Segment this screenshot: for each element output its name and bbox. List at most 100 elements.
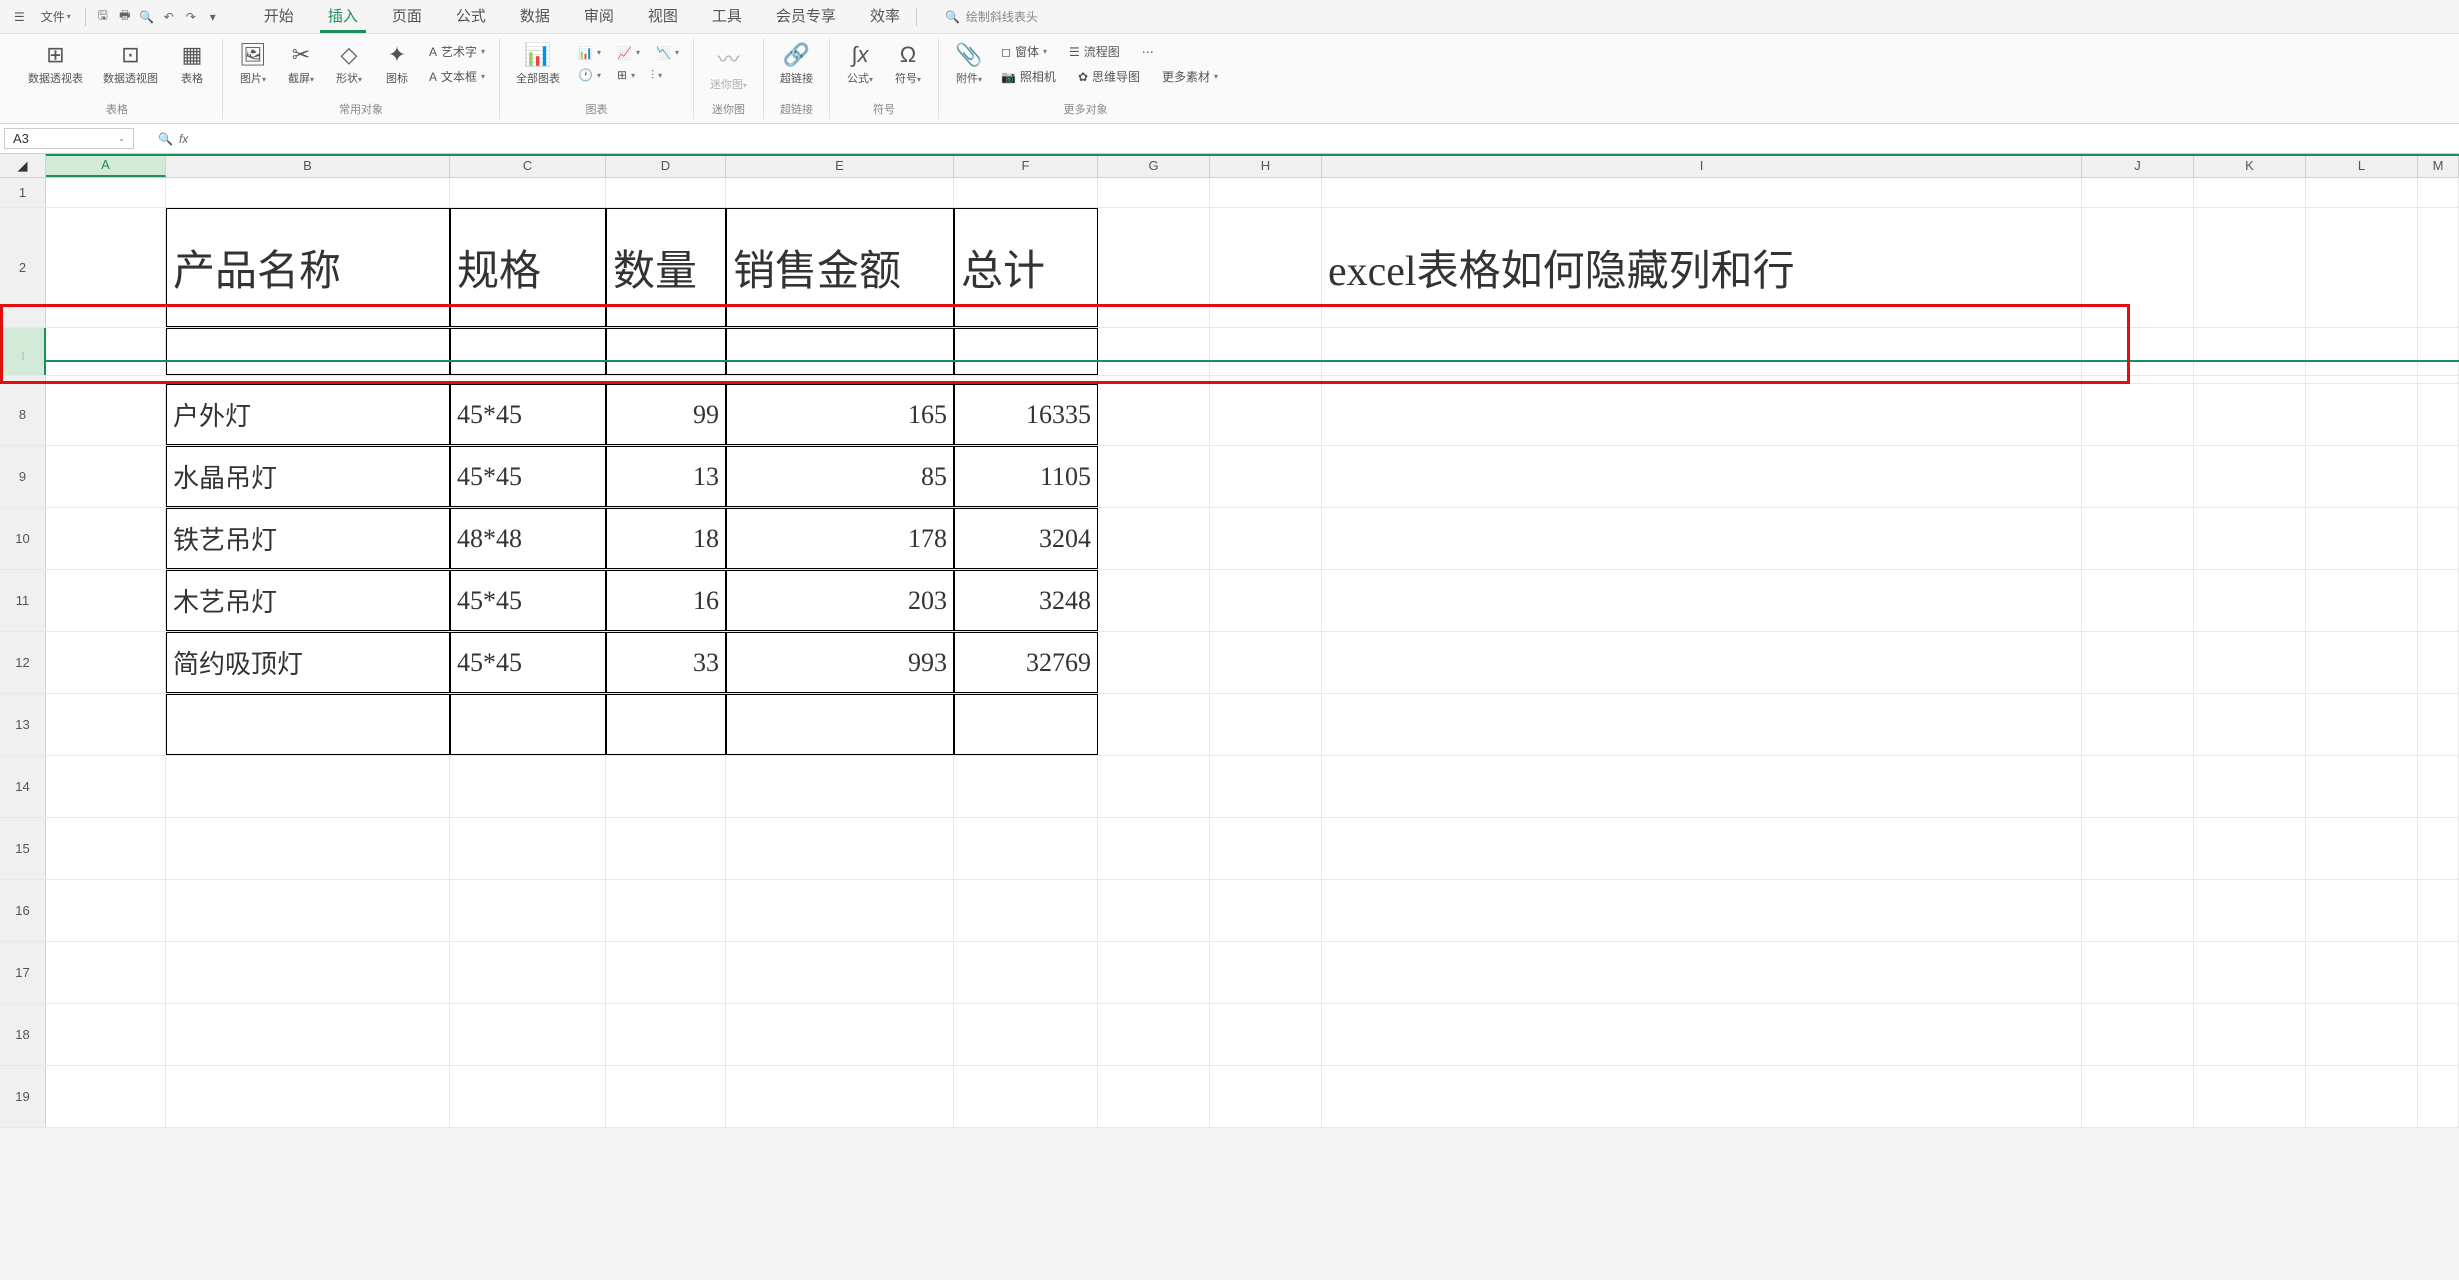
row-header-11[interactable]: 11: [0, 570, 46, 631]
cancel-icon[interactable]: 🔍: [158, 132, 173, 146]
flowchart-button[interactable]: ☰流程图: [1065, 41, 1124, 62]
chart-type-bar[interactable]: 📊▾: [574, 44, 605, 62]
tab-page[interactable]: 页面: [384, 1, 430, 33]
cell[interactable]: [2418, 384, 2459, 445]
chart-type-line[interactable]: 📈▾: [613, 44, 644, 62]
cell[interactable]: 48*48: [450, 508, 606, 569]
cell[interactable]: [1098, 1004, 1210, 1065]
cell[interactable]: [46, 178, 166, 207]
select-all-corner[interactable]: ◢: [0, 154, 46, 177]
symbol-button[interactable]: Ω符号▾: [888, 38, 928, 90]
cell[interactable]: [1210, 328, 1322, 375]
cell[interactable]: [450, 818, 606, 879]
cell[interactable]: [2194, 818, 2306, 879]
cell[interactable]: [166, 756, 450, 817]
cell[interactable]: [1322, 942, 2082, 1003]
col-header-i[interactable]: I: [1322, 154, 2082, 177]
cell[interactable]: [726, 818, 954, 879]
cell[interactable]: [2082, 208, 2194, 327]
tab-formula[interactable]: 公式: [448, 1, 494, 33]
cell[interactable]: 水晶吊灯: [166, 446, 450, 507]
cell[interactable]: [2194, 1004, 2306, 1065]
cell[interactable]: 13: [606, 446, 726, 507]
cell[interactable]: 18: [606, 508, 726, 569]
cell[interactable]: [1322, 694, 2082, 755]
cell[interactable]: [46, 694, 166, 755]
qat-dropdown-icon[interactable]: ▾: [204, 8, 222, 26]
save-icon[interactable]: 🖫: [94, 8, 112, 26]
cell[interactable]: [2194, 756, 2306, 817]
cell[interactable]: [1098, 1066, 1210, 1127]
row-header-19[interactable]: 19: [0, 1066, 46, 1127]
cell[interactable]: [2418, 756, 2459, 817]
cell[interactable]: [2306, 384, 2418, 445]
cell[interactable]: 铁艺吊灯: [166, 508, 450, 569]
sparkline-button[interactable]: 〰迷你图▾: [704, 38, 753, 96]
cell[interactable]: [1098, 880, 1210, 941]
search-box[interactable]: 🔍 绘制斜线表头: [945, 8, 1038, 25]
wordart-button[interactable]: A艺术字▾: [425, 41, 489, 62]
chart-type-more[interactable]: ⫶▾: [647, 66, 666, 85]
cell[interactable]: [954, 178, 1098, 207]
cell[interactable]: [2418, 942, 2459, 1003]
cell[interactable]: [2194, 942, 2306, 1003]
cell[interactable]: [46, 384, 166, 445]
cell[interactable]: [450, 694, 606, 755]
cell[interactable]: [1098, 384, 1210, 445]
cell[interactable]: [726, 756, 954, 817]
row-header-9[interactable]: 9: [0, 446, 46, 507]
cell-total[interactable]: 总计: [954, 208, 1098, 327]
cell[interactable]: [1098, 942, 1210, 1003]
cell[interactable]: 33: [606, 632, 726, 693]
material-button[interactable]: ⋯: [1138, 41, 1158, 62]
camera-button[interactable]: 📷照相机: [997, 66, 1060, 87]
tab-efficiency[interactable]: 效率: [862, 1, 908, 33]
cell[interactable]: [606, 880, 726, 941]
redo-icon[interactable]: ↷: [182, 8, 200, 26]
textbox-button[interactable]: A文本框▾: [425, 66, 489, 87]
cell[interactable]: [1210, 756, 1322, 817]
cell[interactable]: [46, 446, 166, 507]
cell[interactable]: [1322, 756, 2082, 817]
cell[interactable]: 16335: [954, 384, 1098, 445]
cell[interactable]: [1098, 570, 1210, 631]
cell[interactable]: [1098, 632, 1210, 693]
cell[interactable]: [1322, 880, 2082, 941]
cell[interactable]: [450, 942, 606, 1003]
print-icon[interactable]: 🖶: [116, 8, 134, 26]
cell[interactable]: [2306, 208, 2418, 327]
cell[interactable]: 203: [726, 570, 954, 631]
cell[interactable]: [954, 818, 1098, 879]
icons-button[interactable]: ✦图标: [377, 38, 417, 90]
form-button[interactable]: ◻窗体▾: [997, 41, 1051, 62]
cell[interactable]: [2418, 376, 2459, 383]
cell[interactable]: [2082, 880, 2194, 941]
cell[interactable]: [1210, 880, 1322, 941]
cell[interactable]: [2418, 570, 2459, 631]
row-header-2[interactable]: 2: [0, 208, 46, 327]
cell[interactable]: [954, 942, 1098, 1003]
cell[interactable]: [2418, 446, 2459, 507]
row-header-8[interactable]: 8: [0, 384, 46, 445]
cell[interactable]: [2418, 1004, 2459, 1065]
cell[interactable]: [1210, 1066, 1322, 1127]
cell[interactable]: [2194, 1066, 2306, 1127]
row-header-15[interactable]: 15: [0, 818, 46, 879]
cell[interactable]: [1098, 446, 1210, 507]
col-header-f[interactable]: F: [954, 154, 1098, 177]
cell[interactable]: [2082, 632, 2194, 693]
pivot-table-button[interactable]: ⊞数据透视表: [22, 38, 89, 90]
cell[interactable]: [1098, 756, 1210, 817]
cell[interactable]: 1105: [954, 446, 1098, 507]
cell[interactable]: [2194, 178, 2306, 207]
cell[interactable]: 32769: [954, 632, 1098, 693]
tab-data[interactable]: 数据: [512, 1, 558, 33]
cell[interactable]: [166, 1004, 450, 1065]
cell[interactable]: 简约吸顶灯: [166, 632, 450, 693]
cell[interactable]: [2194, 632, 2306, 693]
cell[interactable]: [2306, 570, 2418, 631]
cell[interactable]: [2082, 942, 2194, 1003]
cell[interactable]: [2082, 1066, 2194, 1127]
cell[interactable]: [46, 508, 166, 569]
cell[interactable]: 木艺吊灯: [166, 570, 450, 631]
